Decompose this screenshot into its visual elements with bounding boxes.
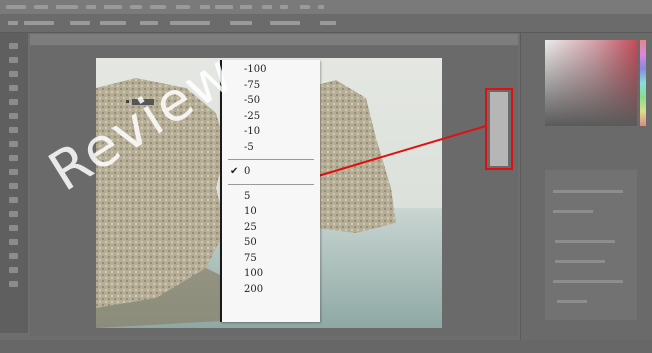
menu-item[interactable]: -25 — [244, 111, 260, 123]
callout-arrow-line — [317, 125, 487, 177]
menu-item[interactable]: 5 — [244, 191, 250, 203]
menu-item[interactable]: 25 — [244, 222, 257, 234]
menu-item[interactable]: 0 — [244, 166, 250, 178]
menu-separator — [228, 183, 314, 185]
menu-item[interactable]: -75 — [244, 80, 260, 92]
menu-item[interactable]: -10 — [244, 126, 260, 138]
menu-item[interactable]: 50 — [244, 237, 257, 249]
menu-item[interactable]: 75 — [244, 253, 257, 265]
menu-item[interactable]: -5 — [244, 142, 254, 154]
menu-item[interactable]: 200 — [244, 284, 263, 296]
menu-item[interactable]: -50 — [244, 95, 260, 107]
menu-item[interactable]: 100 — [244, 268, 263, 280]
menu-separator — [228, 159, 314, 160]
menu-item[interactable]: 10 — [244, 206, 257, 218]
menu-item[interactable]: -100 — [244, 64, 266, 76]
checkmark-icon: ✔ — [230, 166, 239, 177]
